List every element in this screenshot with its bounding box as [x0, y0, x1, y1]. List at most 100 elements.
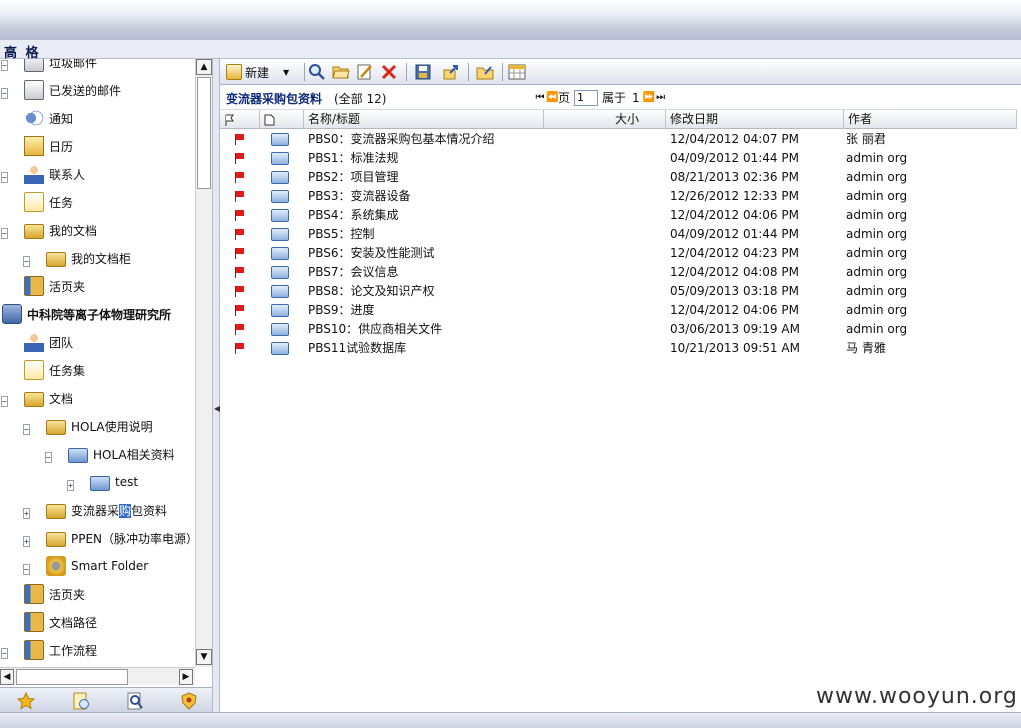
document-name-link[interactable]: PBS1：标准法规 — [308, 149, 399, 168]
move-button[interactable] — [476, 62, 494, 82]
page-number-input[interactable] — [574, 89, 599, 106]
tree-item[interactable]: − 已发送的邮件 — [1, 78, 121, 102]
red-flag-icon[interactable] — [235, 286, 245, 297]
tree-item[interactable]: 任务集 — [24, 358, 85, 382]
tree-item[interactable]: − 联系人 — [1, 162, 85, 186]
search-docs-icon[interactable] — [126, 692, 144, 710]
red-flag-icon[interactable] — [235, 229, 245, 240]
save-button[interactable] — [414, 62, 432, 82]
table-row[interactable]: PBS2：项目管理 08/21/2013 02:36 PM admin org — [220, 168, 1017, 187]
table-row[interactable]: PBS8：论文及知识产权 05/09/2013 03:18 PM admin org — [220, 282, 1017, 301]
red-flag-icon[interactable] — [235, 191, 245, 202]
prev-page-icon[interactable]: ⏪ — [546, 92, 558, 103]
tree-item[interactable]: − Smart Folder — [23, 554, 148, 578]
collapse-icon[interactable]: − — [1, 396, 8, 407]
open-folder-button[interactable] — [332, 62, 350, 82]
modified-column-header[interactable]: 修改日期 — [666, 110, 844, 129]
table-row[interactable]: PBS1：标准法规 04/09/2012 01:44 PM admin org — [220, 149, 1017, 168]
red-flag-icon[interactable] — [235, 267, 245, 278]
document-name-link[interactable]: PBS8：论文及知识产权 — [308, 282, 435, 301]
tree-item[interactable]: − 我的文档 — [1, 218, 97, 242]
collapse-icon[interactable]: − — [23, 256, 30, 267]
tree-item[interactable]: + 变流器采购包资料 — [23, 498, 168, 522]
table-row[interactable]: PBS7：会议信息 12/04/2012 04:08 PM admin org — [220, 263, 1017, 282]
tree-item[interactable]: − 文档 — [1, 386, 73, 410]
type-column-header[interactable] — [260, 110, 304, 129]
collapse-icon[interactable]: − — [1, 60, 8, 71]
flag-column-header[interactable] — [220, 110, 260, 129]
document-name-link[interactable]: PBS4：系统集成 — [308, 206, 399, 225]
scroll-thumb[interactable] — [197, 77, 211, 189]
scroll-left-button[interactable]: ◀ — [0, 669, 14, 685]
tree-item[interactable]: + PPEN（脉冲功率电源） — [23, 526, 195, 550]
scroll-right-button[interactable]: ▶ — [179, 669, 193, 685]
edit-button[interactable] — [356, 62, 374, 82]
collapse-icon[interactable]: − — [23, 564, 30, 575]
table-row[interactable]: PBS4：系统集成 12/04/2012 04:06 PM admin org — [220, 206, 1017, 225]
tree-item[interactable]: − 垃圾邮件 — [1, 59, 97, 74]
tree-item[interactable]: − HOLA相关资料 — [45, 442, 175, 466]
favorites-star-icon[interactable] — [16, 691, 36, 710]
export-button[interactable] — [442, 62, 460, 82]
search-button[interactable] — [308, 62, 326, 82]
tree-horizontal-scrollbar[interactable]: ◀ ▶ — [0, 667, 195, 685]
red-flag-icon[interactable] — [235, 248, 245, 259]
document-name-link[interactable]: PBS9：进度 — [308, 301, 375, 320]
red-flag-icon[interactable] — [235, 324, 245, 335]
red-flag-icon[interactable] — [235, 172, 245, 183]
tree-item[interactable]: − 工作流程 — [1, 638, 97, 662]
tree-item[interactable]: 日历 — [24, 134, 73, 158]
chevron-down-icon[interactable]: ▼ — [283, 68, 289, 77]
document-name-link[interactable]: PBS0：变流器采购包基本情况介绍 — [308, 130, 495, 149]
red-flag-icon[interactable] — [235, 153, 245, 164]
document-name-link[interactable]: PBS3：变流器设备 — [308, 187, 411, 206]
tree-item[interactable]: + test — [67, 470, 138, 494]
table-row[interactable]: PBS5：控制 04/09/2012 01:44 PM admin org — [220, 225, 1017, 244]
table-row[interactable]: PBS0：变流器采购包基本情况介绍 12/04/2012 04:07 PM 张 丽君 — [220, 130, 1017, 149]
panel-splitter[interactable]: ◀ — [212, 59, 220, 712]
collapse-icon[interactable]: − — [1, 88, 8, 99]
first-page-icon[interactable]: ⏮ — [534, 92, 546, 103]
document-name-link[interactable]: PBS7：会议信息 — [308, 263, 399, 282]
new-button[interactable]: 新建 ▼ — [226, 62, 289, 82]
collapse-icon[interactable]: − — [1, 228, 8, 239]
tree-item[interactable]: 任务 — [24, 190, 73, 214]
expand-icon[interactable]: + — [67, 480, 74, 491]
recent-docs-icon[interactable] — [72, 692, 90, 710]
red-flag-icon[interactable] — [235, 343, 245, 354]
red-flag-icon[interactable] — [235, 134, 245, 145]
document-name-link[interactable]: PBS6：安装及性能测试 — [308, 244, 435, 263]
tree-item[interactable]: 活页夹 — [24, 274, 85, 298]
expand-icon[interactable]: + — [23, 536, 30, 547]
red-flag-icon[interactable] — [235, 210, 245, 221]
collapse-icon[interactable]: − — [1, 648, 8, 659]
name-column-header[interactable]: 名称/标题 — [304, 110, 544, 129]
red-flag-icon[interactable] — [235, 305, 245, 316]
next-page-icon[interactable]: ⏩ — [643, 92, 655, 103]
tree-item[interactable]: − 我的文档柜 — [23, 246, 131, 270]
document-name-link[interactable]: PBS2：项目管理 — [308, 168, 399, 187]
last-page-icon[interactable]: ⏭ — [655, 92, 667, 103]
collapse-icon[interactable]: − — [23, 424, 30, 435]
table-row[interactable]: PBS3：变流器设备 12/26/2012 12:33 PM admin org — [220, 187, 1017, 206]
table-row[interactable]: PBS9：进度 12/04/2012 04:06 PM admin org — [220, 301, 1017, 320]
scroll-up-button[interactable]: ▲ — [196, 59, 212, 75]
collapse-icon[interactable]: − — [45, 452, 52, 463]
tree-item[interactable]: 活页夹 — [24, 582, 85, 606]
table-row[interactable]: PBS11试验数据库 10/21/2013 09:51 AM 马 青雅 — [220, 339, 1017, 358]
tree-item[interactable]: 通知 — [24, 106, 73, 130]
tree-item[interactable]: −中科院等离子体物理研究所 — [2, 302, 171, 326]
tree-item[interactable]: 文档路径 — [24, 610, 97, 634]
document-name-link[interactable]: PBS5：控制 — [308, 225, 375, 244]
author-column-header[interactable]: 作者 — [844, 110, 1017, 129]
collapse-icon[interactable]: − — [1, 172, 8, 183]
size-column-header[interactable]: 大小 — [544, 110, 666, 129]
document-name-link[interactable]: PBS11试验数据库 — [308, 339, 406, 358]
expand-icon[interactable]: + — [23, 508, 30, 519]
table-row[interactable]: PBS10：供应商相关文件 03/06/2013 09:19 AM admin or… — [220, 320, 1017, 339]
document-name-link[interactable]: PBS10：供应商相关文件 — [308, 320, 442, 339]
tree-item[interactable]: − HOLA使用说明 — [23, 414, 153, 438]
view-button[interactable] — [508, 62, 526, 82]
tree-item[interactable]: 团队 — [24, 330, 73, 354]
hscroll-thumb[interactable] — [16, 669, 128, 685]
